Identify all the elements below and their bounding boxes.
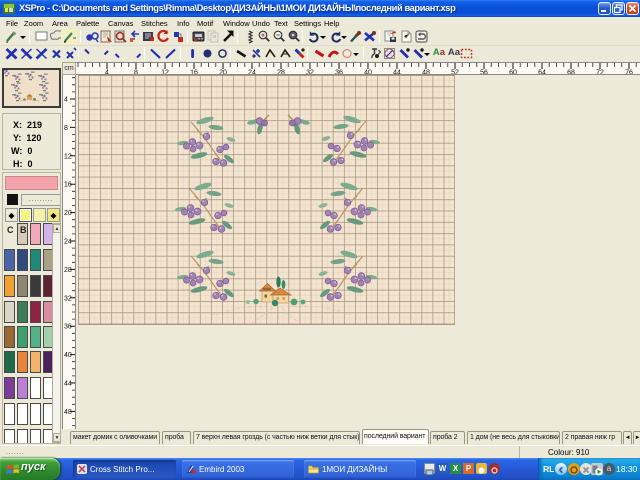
svg-text:8: 8 (64, 125, 68, 132)
svg-text:24: 24 (64, 239, 72, 246)
svg-text:44: 44 (64, 381, 72, 388)
svg-text:12: 12 (64, 153, 72, 160)
svg-text:28: 28 (64, 267, 72, 274)
svg-text:32: 32 (64, 295, 72, 302)
svg-text:36: 36 (64, 324, 72, 331)
svg-text:48: 48 (64, 409, 72, 416)
svg-text:16: 16 (64, 182, 72, 189)
svg-text:4: 4 (64, 97, 68, 104)
svg-text:20: 20 (64, 210, 72, 217)
svg-text:40: 40 (64, 352, 72, 359)
